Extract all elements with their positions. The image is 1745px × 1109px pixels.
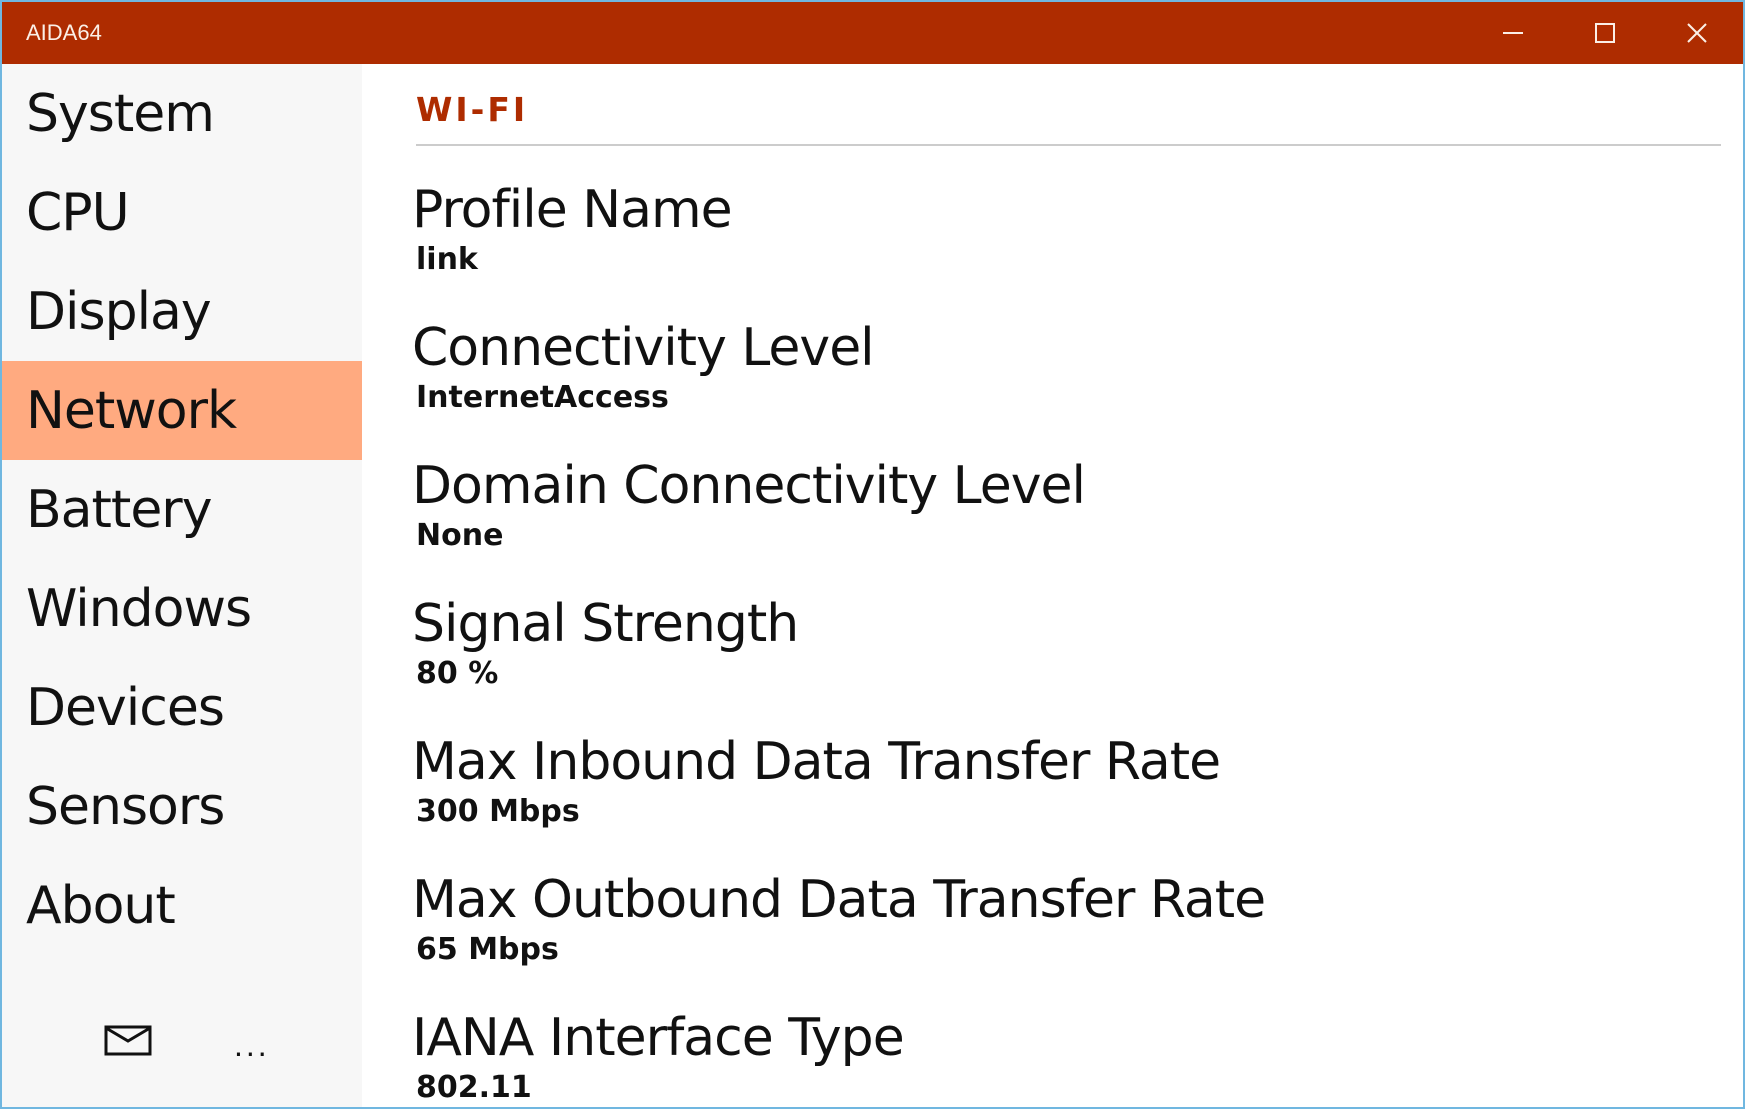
close-button[interactable] xyxy=(1651,2,1743,64)
maximize-icon xyxy=(1595,23,1615,43)
sidebar-item-label: Windows xyxy=(26,578,252,639)
sidebar-item-about[interactable]: About xyxy=(2,856,362,955)
minimize-icon xyxy=(1503,32,1523,34)
sidebar-item-display[interactable]: Display xyxy=(2,262,362,361)
property-label: Domain Connectivity Level xyxy=(412,456,1086,516)
sidebar-item-label: Sensors xyxy=(26,776,225,837)
sidebar-item-label: About xyxy=(26,875,176,936)
content-pane: WI-FI Profile Name link Connectivity Lev… xyxy=(362,64,1743,1107)
property-label: Connectivity Level xyxy=(412,318,875,378)
maximize-button[interactable] xyxy=(1559,2,1651,64)
sidebar-footer: ... xyxy=(2,987,362,1107)
more-button[interactable]: ... xyxy=(234,1027,270,1064)
sidebar-item-label: CPU xyxy=(26,182,130,243)
property-max-outbound-rate: Max Outbound Data Transfer Rate 65 Mbps xyxy=(412,870,1266,970)
feedback-mail-button[interactable] xyxy=(104,1025,152,1062)
sidebar-item-label: Display xyxy=(26,281,212,342)
property-value: 65 Mbps xyxy=(416,932,559,967)
property-signal-strength: Signal Strength 80 % xyxy=(412,594,799,694)
sidebar-item-battery[interactable]: Battery xyxy=(2,460,362,559)
minimize-button[interactable] xyxy=(1467,2,1559,64)
property-max-inbound-rate: Max Inbound Data Transfer Rate 300 Mbps xyxy=(412,732,1221,832)
sidebar-item-label: Devices xyxy=(26,677,225,738)
property-label: Max Outbound Data Transfer Rate xyxy=(412,870,1266,930)
property-value: 802.11 xyxy=(416,1070,532,1105)
property-value: InternetAccess xyxy=(416,380,669,415)
sidebar-nav: System CPU Display Network Battery Windo… xyxy=(2,64,362,1107)
property-value: None xyxy=(416,518,504,553)
app-title: AIDA64 xyxy=(26,20,102,45)
sidebar-item-cpu[interactable]: CPU xyxy=(2,163,362,262)
property-label: IANA Interface Type xyxy=(412,1008,905,1068)
sidebar-item-devices[interactable]: Devices xyxy=(2,658,362,757)
title-bar: AIDA64 xyxy=(2,2,1743,64)
property-iana-interface-type: IANA Interface Type 802.11 xyxy=(412,1008,905,1107)
section-title: WI-FI xyxy=(416,90,529,129)
sidebar-item-sensors[interactable]: Sensors xyxy=(2,757,362,856)
sidebar-item-windows[interactable]: Windows xyxy=(2,559,362,658)
more-icon: ... xyxy=(234,1027,270,1063)
close-icon xyxy=(1687,23,1707,43)
property-value: link xyxy=(416,242,478,277)
property-label: Signal Strength xyxy=(412,594,799,654)
property-value: 300 Mbps xyxy=(416,794,580,829)
sidebar-item-label: System xyxy=(26,83,215,144)
section-divider xyxy=(416,144,1721,146)
property-label: Profile Name xyxy=(412,180,733,240)
property-profile-name: Profile Name link xyxy=(412,180,733,280)
sidebar-item-label: Network xyxy=(26,380,237,441)
sidebar-item-network[interactable]: Network xyxy=(2,361,362,460)
sidebar-item-system[interactable]: System xyxy=(2,64,362,163)
sidebar-item-label: Battery xyxy=(26,479,212,540)
property-connectivity-level: Connectivity Level InternetAccess xyxy=(412,318,875,418)
property-label: Max Inbound Data Transfer Rate xyxy=(412,732,1221,792)
property-value: 80 % xyxy=(416,656,499,691)
property-domain-connectivity-level: Domain Connectivity Level None xyxy=(412,456,1086,556)
mail-icon xyxy=(104,1025,152,1056)
